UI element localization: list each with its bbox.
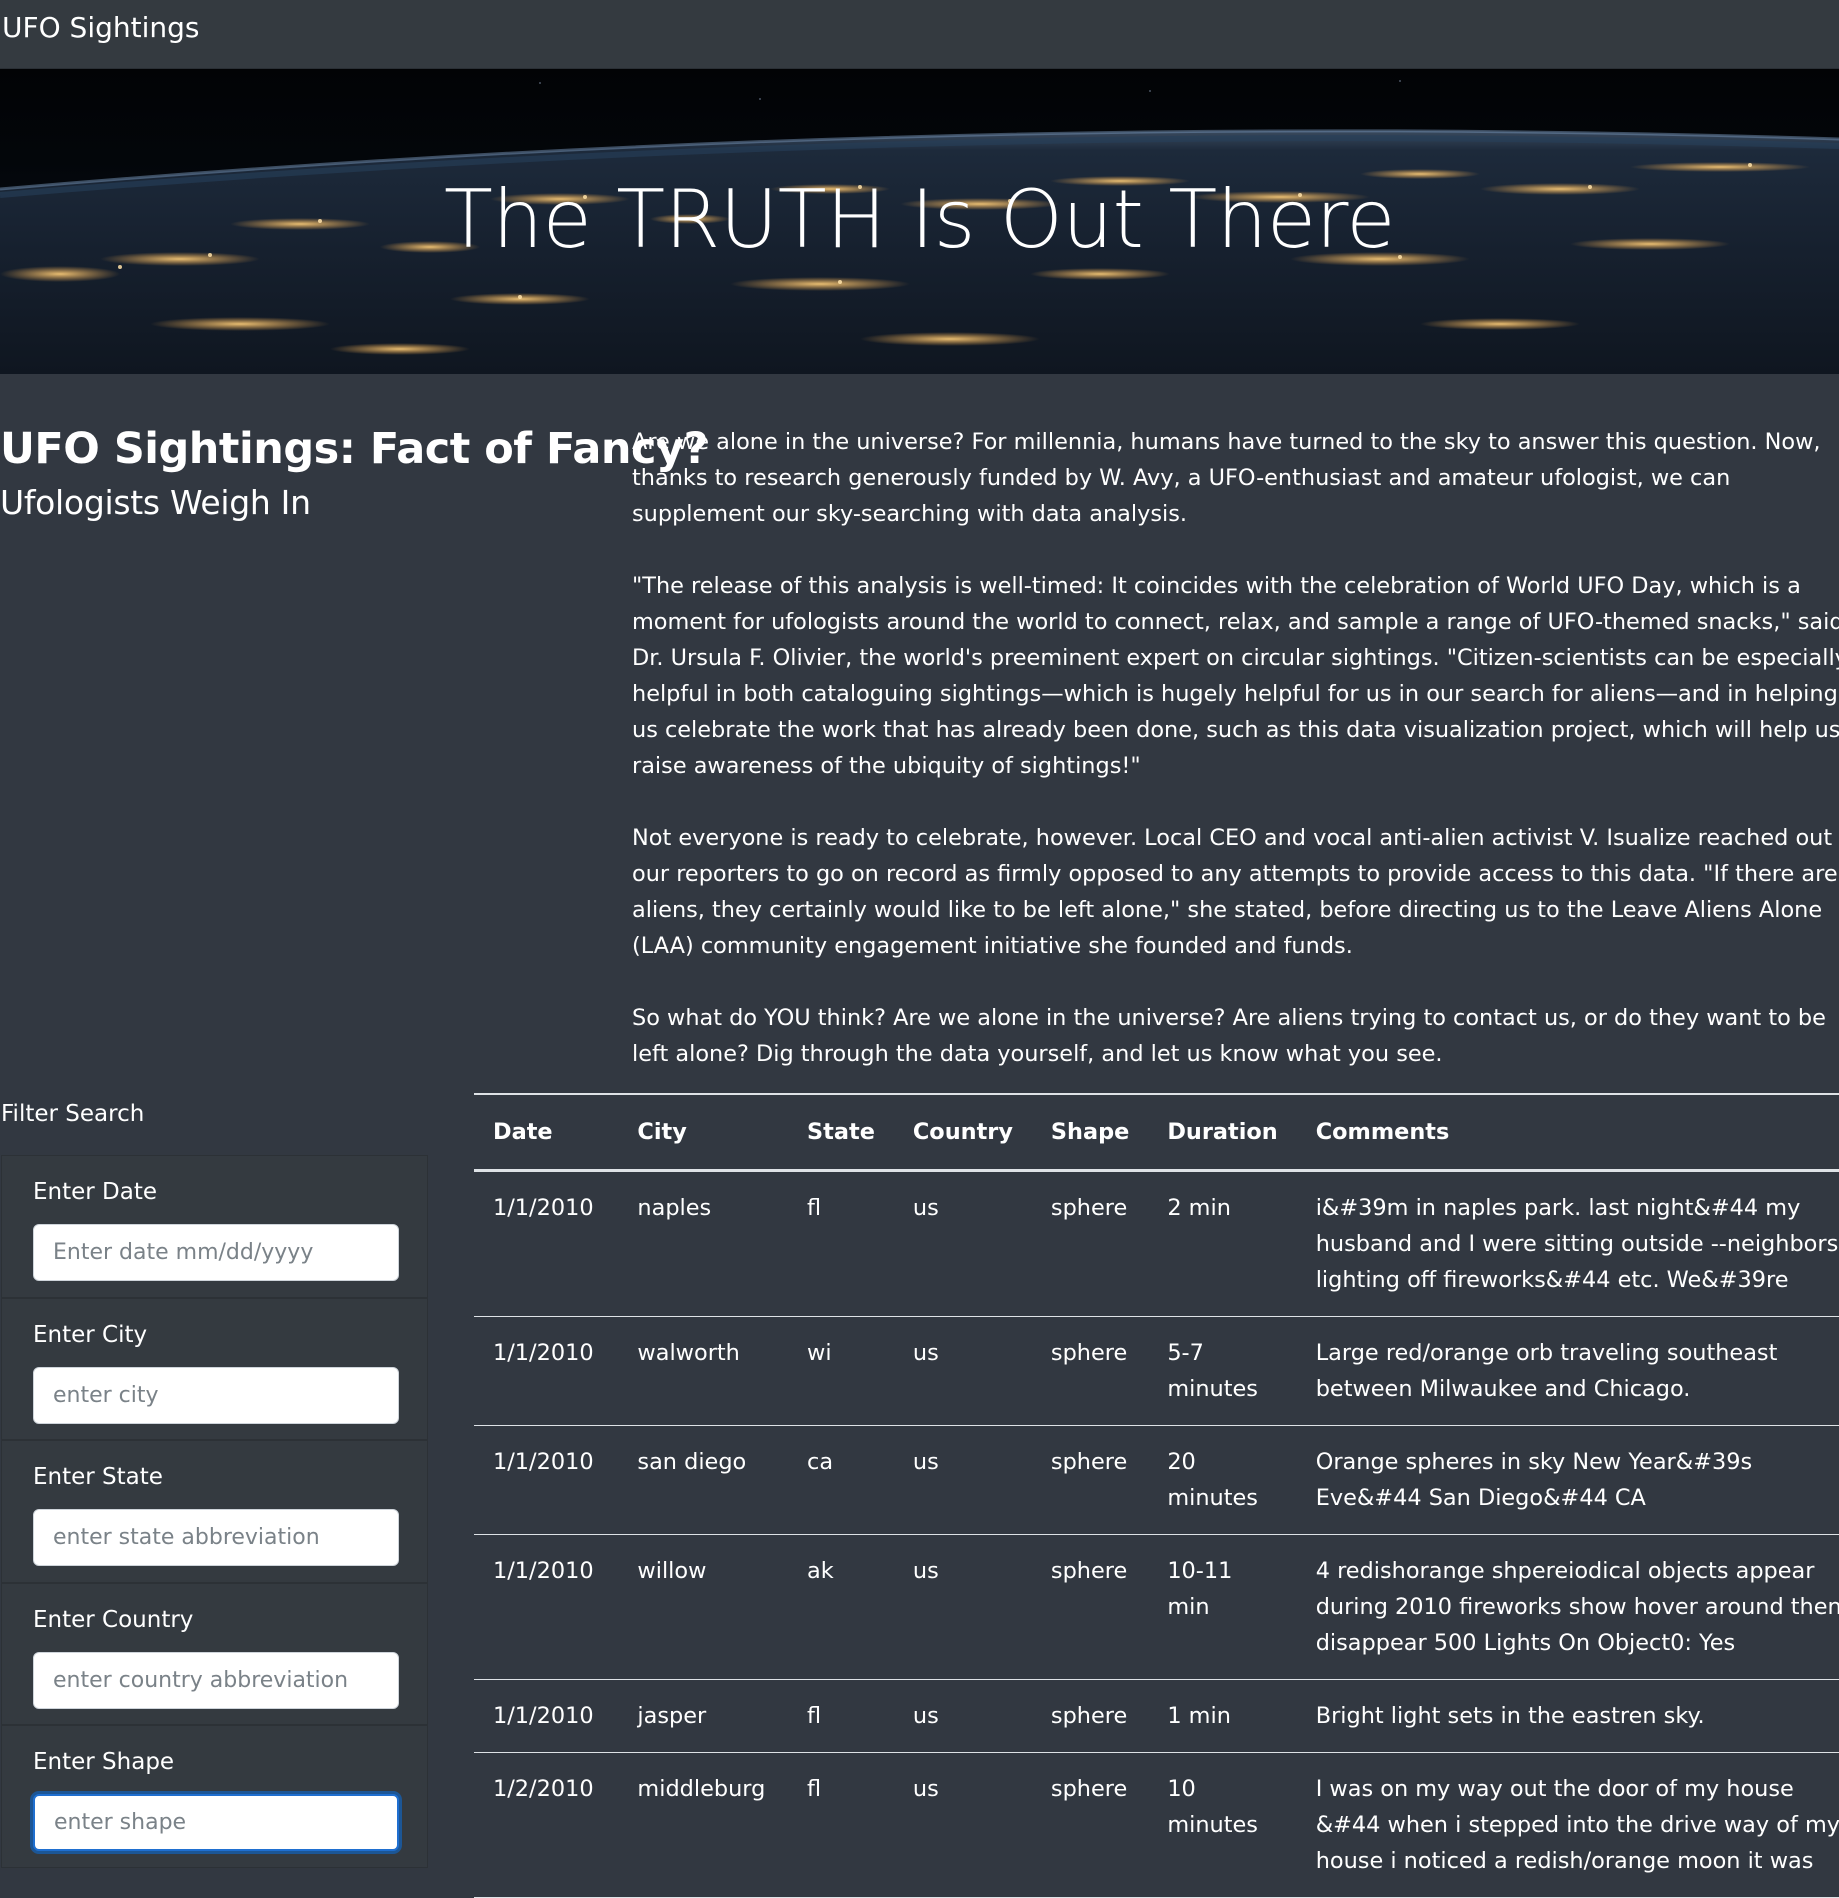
cell-country: us	[893, 1752, 1032, 1898]
cell-date: 1/1/2010	[474, 1534, 619, 1680]
filter-search-title: Filter Search	[1, 1101, 145, 1127]
country-filter-input[interactable]	[33, 1651, 399, 1709]
comments-text: i&#39m in naples park. last night&#44 my…	[1315, 1194, 1839, 1293]
date-filter-label: Enter Date	[33, 1179, 158, 1205]
article-title: UFO Sightings: Fact of Fancy?	[0, 424, 708, 474]
cell-city: walworth	[618, 1316, 789, 1426]
cell-duration: 10-11 min	[1148, 1534, 1297, 1680]
cell-duration: 2 min	[1148, 1170, 1297, 1317]
cell-state: ak	[788, 1534, 894, 1680]
hero-banner: The TRUTH Is Out There	[0, 69, 1839, 374]
cell-date: 1/1/2010	[474, 1679, 619, 1753]
filter-item-shape: Enter Shape	[1, 1725, 428, 1868]
cell-date: 1/1/2010	[474, 1170, 619, 1317]
cell-country: us	[893, 1316, 1032, 1426]
table-row: 1/1/2010 walworth wi us sphere 5-7 minut…	[474, 1316, 1839, 1426]
cell-duration: 5-7 minutes	[1148, 1316, 1297, 1426]
cell-shape: sphere	[1031, 1534, 1149, 1680]
date-filter-input[interactable]	[33, 1224, 399, 1281]
cell-comments: 4 redishorange shpereiodical objects app…	[1296, 1534, 1839, 1680]
cell-country: us	[893, 1170, 1032, 1317]
cell-city: naples	[618, 1170, 789, 1317]
cell-date: 1/2/2010	[474, 1752, 619, 1898]
cell-country: us	[893, 1679, 1032, 1753]
table-body: 1/1/2010 naples fl us sphere 2 min i&#39…	[474, 1170, 1839, 1898]
filter-list: Enter Date Enter City Enter State Enter …	[1, 1155, 428, 1868]
article-paragraph: So what do YOU think? Are we alone in th…	[632, 1005, 1826, 1067]
cell-country: us	[893, 1425, 1032, 1535]
cell-shape: sphere	[1031, 1170, 1149, 1317]
cell-country: us	[893, 1534, 1032, 1680]
column-header-country: Country	[893, 1093, 1032, 1172]
city-filter-label: Enter City	[33, 1321, 148, 1348]
article-paragraph: Not everyone is ready to celebrate, howe…	[632, 825, 1839, 959]
cell-comments: Large red/orange orb traveling southeast…	[1296, 1316, 1839, 1426]
ufo-sightings-table: Date City State Country Shape Duration C…	[474, 1093, 1839, 1898]
table-row: 1/2/2010 middleburg fl us sphere 10 minu…	[474, 1752, 1839, 1898]
column-header-duration: Duration	[1148, 1093, 1297, 1172]
table-header-row: Date City State Country Shape Duration C…	[474, 1093, 1839, 1172]
cell-city: willow	[618, 1534, 789, 1680]
cell-state: fl	[788, 1752, 894, 1898]
column-header-state: State	[788, 1093, 894, 1172]
cell-comments: Orange spheres in sky New Year&#39s Eve&…	[1296, 1425, 1839, 1535]
city-filter-input[interactable]	[33, 1366, 399, 1424]
cell-shape: sphere	[1031, 1679, 1149, 1753]
cell-comments: Bright light sets in the eastren sky.	[1296, 1679, 1839, 1753]
filter-item-state: Enter State	[1, 1440, 428, 1583]
shape-filter-label: Enter Shape	[33, 1749, 175, 1775]
column-header-shape: Shape	[1031, 1093, 1149, 1172]
cell-duration: 10 minutes	[1148, 1752, 1297, 1898]
cell-city: middleburg	[618, 1752, 789, 1898]
cell-shape: sphere	[1031, 1425, 1149, 1535]
navbar: UFO Sightings	[0, 0, 1839, 69]
cell-state: fl	[788, 1679, 894, 1753]
comments-text: I was on my way out the door of my house…	[1315, 1775, 1839, 1874]
cell-city: jasper	[618, 1679, 789, 1753]
cell-duration: 1 min	[1148, 1679, 1297, 1753]
state-filter-label: Enter State	[33, 1464, 163, 1490]
table-row: 1/1/2010 san diego ca us sphere 20 minut…	[474, 1425, 1839, 1535]
table-row: 1/1/2010 jasper fl us sphere 1 min Brigh…	[474, 1679, 1839, 1753]
column-header-comments: Comments	[1296, 1093, 1839, 1172]
ufo-table-container: Date City State Country Shape Duration C…	[474, 1093, 1839, 1898]
table-row: 1/1/2010 naples fl us sphere 2 min i&#39…	[474, 1170, 1839, 1317]
table-header: Date City State Country Shape Duration C…	[474, 1093, 1839, 1172]
shape-filter-input[interactable]	[33, 1794, 399, 1851]
article-paragraph: "The release of this analysis is well-ti…	[632, 573, 1839, 779]
table-row: 1/1/2010 willow ak us sphere 10-11 min 4…	[474, 1534, 1839, 1680]
comments-text: Orange spheres in sky New Year&#39s Eve&…	[1315, 1448, 1753, 1511]
article-subtitle: Ufologists Weigh In	[0, 483, 311, 522]
comments-text: 4 redishorange shpereiodical objects app…	[1315, 1557, 1839, 1656]
column-header-city: City	[618, 1093, 789, 1172]
filter-item-city: Enter City	[1, 1297, 428, 1440]
cell-state: fl	[788, 1170, 894, 1317]
hero-title: The TRUTH Is Out There	[444, 173, 1396, 266]
cell-shape: sphere	[1031, 1316, 1149, 1426]
cell-date: 1/1/2010	[474, 1425, 619, 1535]
cell-comments: I was on my way out the door of my house…	[1296, 1752, 1839, 1898]
state-filter-input[interactable]	[33, 1509, 399, 1566]
comments-text: Bright light sets in the eastren sky.	[1315, 1702, 1705, 1729]
column-header-date: Date	[474, 1093, 619, 1172]
cell-state: wi	[788, 1316, 894, 1426]
article-paragraph: Are we alone in the universe? For millen…	[632, 429, 1821, 527]
cell-date: 1/1/2010	[474, 1316, 619, 1426]
filter-item-country: Enter Country	[1, 1582, 428, 1725]
cell-city: san diego	[618, 1425, 789, 1535]
cell-state: ca	[788, 1425, 894, 1535]
filter-item-date: Enter Date	[1, 1155, 428, 1298]
comments-text: Large red/orange orb traveling southeast…	[1315, 1339, 1778, 1402]
navbar-brand-link[interactable]: UFO Sightings	[2, 10, 199, 46]
article-body: Are we alone in the universe? For millen…	[632, 424, 1839, 1108]
cell-comments: i&#39m in naples park. last night&#44 my…	[1296, 1170, 1839, 1317]
cell-shape: sphere	[1031, 1752, 1149, 1898]
cell-duration: 20 minutes	[1148, 1425, 1297, 1535]
country-filter-label: Enter Country	[33, 1606, 194, 1633]
